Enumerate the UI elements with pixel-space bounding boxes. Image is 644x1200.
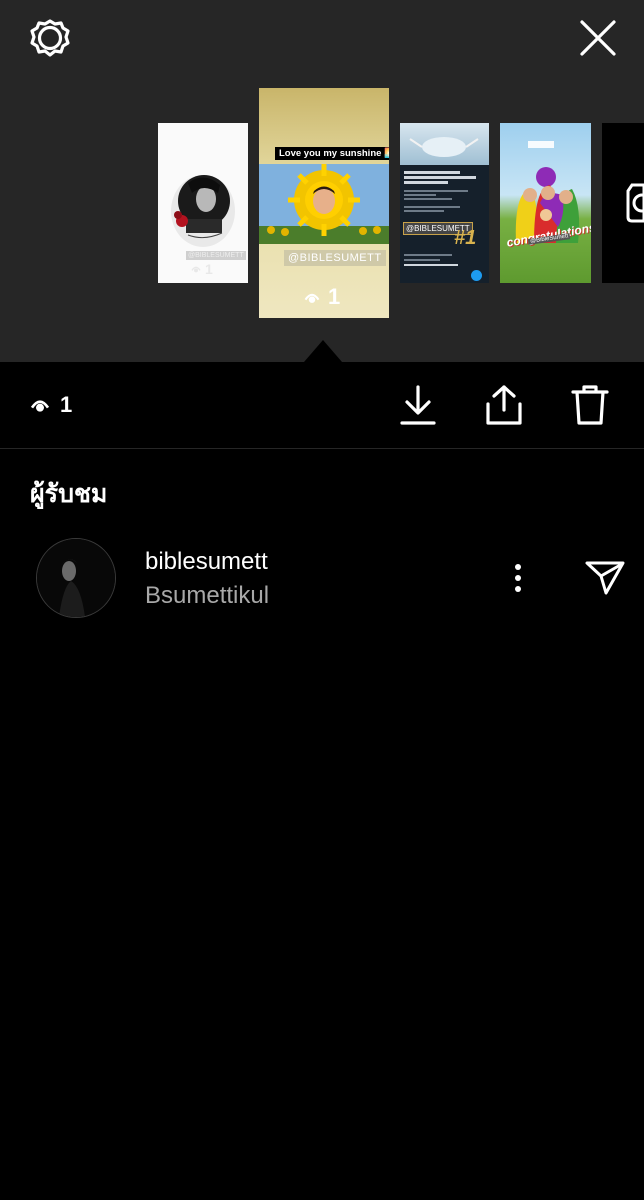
story-3-text-lines (404, 169, 484, 214)
close-button[interactable] (576, 16, 620, 60)
eye-icon (304, 293, 320, 303)
more-options-button[interactable] (500, 556, 536, 600)
share-button[interactable] (482, 382, 526, 428)
view-count[interactable]: 1 (30, 392, 72, 418)
story-1-views: 1 (191, 261, 213, 277)
add-story-tile[interactable] (602, 123, 644, 283)
avatar[interactable] (36, 538, 116, 618)
story-1-handle: @BIBLESUMETT (186, 251, 246, 260)
story-3-fab (471, 270, 482, 281)
viewers-title: ผู้รับชม (30, 479, 108, 508)
story-3-mask-graphic (409, 137, 479, 157)
settings-button[interactable] (26, 16, 74, 62)
story-thumbnail-1[interactable]: @BIBLESUMETT 1 (158, 123, 248, 283)
settings-icon (30, 19, 70, 57)
story-thumbnail-4[interactable]: congratulations @BibleSumett (500, 123, 591, 283)
viewer-full-name: Bsumettikul (145, 582, 270, 609)
story-3-text-lines-bottom (404, 251, 464, 269)
view-count-number: 1 (60, 392, 73, 417)
story-3-badge: #1 (454, 227, 477, 249)
eye-icon (191, 266, 201, 273)
viewer-username[interactable]: biblesumett (145, 548, 268, 576)
story-2-handle: @BIBLESUMETT (284, 250, 386, 266)
story-action-bar: 1 (0, 362, 644, 449)
camera-icon (626, 183, 644, 223)
more-icon (515, 564, 521, 592)
story-strip: @BIBLESUMETT 1 Love you my sunshine 🌅 @B… (0, 0, 644, 362)
story-2-views: 1 (304, 284, 340, 310)
share-icon (486, 385, 522, 425)
viewer-list-item[interactable]: biblesumett Bsumettikul (0, 536, 644, 620)
send-icon (585, 561, 625, 595)
trash-icon (571, 385, 609, 425)
selected-story-pointer (304, 340, 342, 362)
story-4-photo (515, 141, 580, 243)
story-thumbnail-2-selected[interactable]: Love you my sunshine 🌅 @BIBLESUMETT 1 (259, 88, 389, 318)
story-2-caption: Love you my sunshine 🌅 (275, 147, 389, 160)
story-2-view-count: 1 (328, 284, 341, 309)
download-icon (400, 385, 436, 425)
avatar-photo (37, 539, 115, 617)
story-2-photo (259, 164, 389, 244)
eye-icon (30, 400, 50, 412)
close-icon (580, 20, 616, 56)
delete-button[interactable] (568, 382, 612, 428)
story-1-view-count: 1 (205, 261, 213, 277)
send-message-button[interactable] (582, 556, 628, 600)
story-thumbnail-3[interactable]: @BIBLESUMETT #1 (400, 123, 489, 283)
download-button[interactable] (396, 382, 440, 428)
